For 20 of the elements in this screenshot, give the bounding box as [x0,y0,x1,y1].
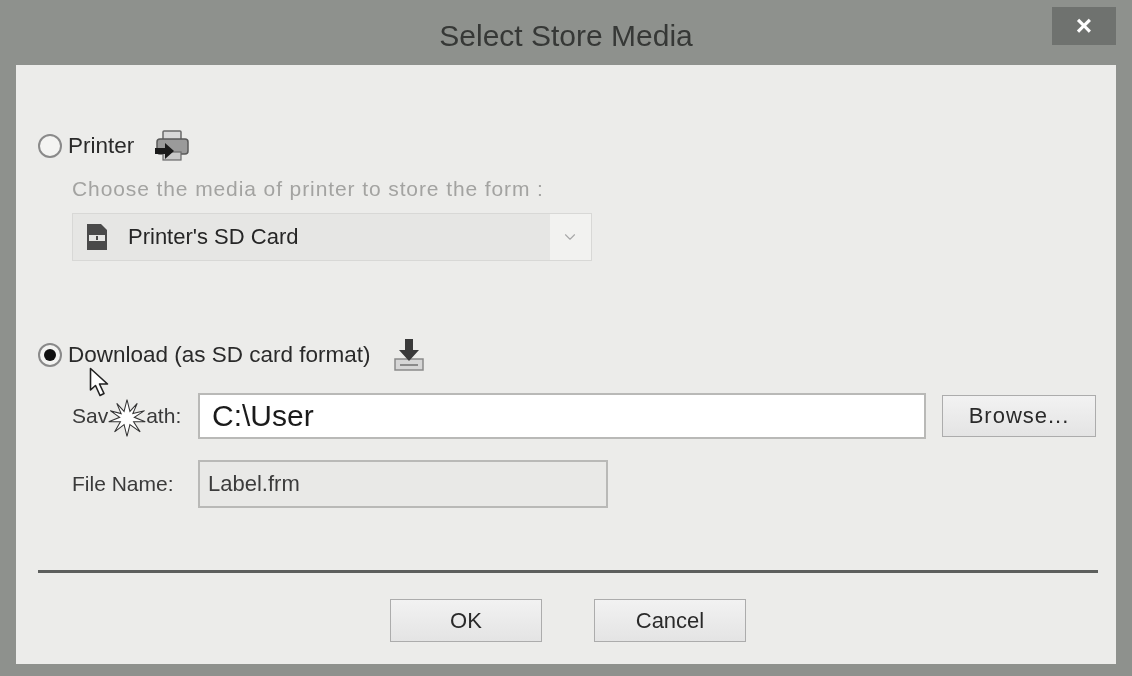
radio-button[interactable] [38,134,62,158]
media-hint-text: Choose the media of printer to store the form : [72,177,544,201]
browse-button[interactable]: Browse... [942,395,1096,437]
path-input-field[interactable]: C:\User [198,393,926,439]
ok-button[interactable]: OK [390,599,542,642]
field-label: ath: [146,404,182,428]
sd-card-icon [86,223,108,251]
radio-button[interactable] [38,343,62,367]
close-button[interactable]: × [1052,7,1116,45]
field-label: Sav [72,404,109,428]
printer-icon [154,130,191,162]
mouse-pointer-icon [89,367,111,397]
media-dropdown[interactable]: Printer's SD Card [72,213,592,261]
dropdown-value: Printer's SD Card [128,224,299,250]
radio-label[interactable]: Printer [68,133,135,159]
cancel-button[interactable]: Cancel [594,599,746,642]
radio-label[interactable]: Download (as SD card format) [68,342,371,368]
click-burst-icon [108,399,146,437]
window-title: Select Store Media [439,17,693,53]
field-label: File Name: [72,472,174,496]
